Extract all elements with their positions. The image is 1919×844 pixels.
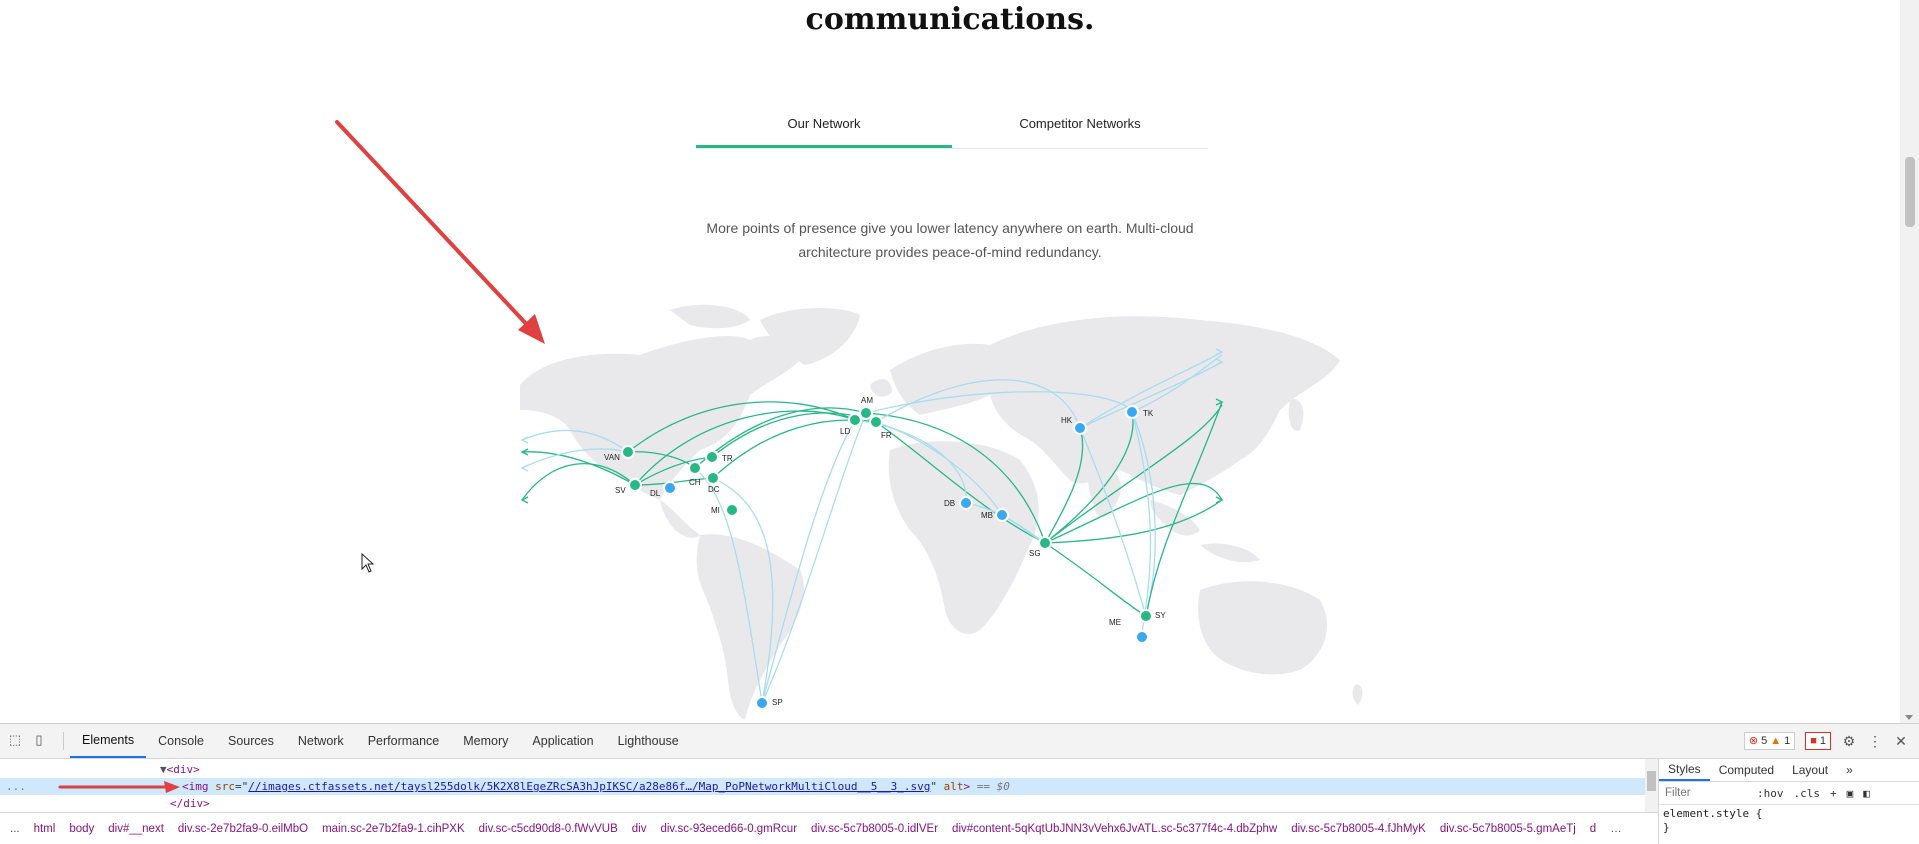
node-fr[interactable]: FR <box>869 415 892 440</box>
more-options-icon[interactable]: ⋮ <box>1867 733 1883 749</box>
breadcrumb-item[interactable]: d <box>1590 823 1596 835</box>
tab-application[interactable]: Application <box>520 724 605 758</box>
node-gutter-dots[interactable]: ... <box>6 778 26 795</box>
mouse-cursor-icon <box>361 553 375 573</box>
dom-tree-scrollbar[interactable] <box>1645 759 1658 812</box>
warning-count: 1 <box>1784 735 1791 747</box>
tab-competitor-networks[interactable]: Competitor Networks <box>952 108 1208 148</box>
scroll-down-arrow-icon[interactable] <box>1905 715 1913 720</box>
img-src-link[interactable]: //images.ctfassets.net/taysl255dolk/5K2X… <box>248 780 930 793</box>
svg-text:FR: FR <box>881 431 892 440</box>
tab-sources[interactable]: Sources <box>216 724 286 758</box>
tab-performance[interactable]: Performance <box>356 724 452 758</box>
svg-text:MB: MB <box>981 511 993 520</box>
red-annotation-arrow-small <box>58 781 180 793</box>
breadcrumb-item[interactable]: div.sc-5c7b8005-5.gmAeTj <box>1440 823 1576 835</box>
network-world-map: VAN SV DL CH TR DC MI SP LD AM FR DB MB … <box>520 304 1363 720</box>
breadcrumb-more[interactable]: … <box>1610 823 1622 835</box>
svg-text:VAN: VAN <box>604 453 620 462</box>
inspect-element-icon[interactable]: ⬚ <box>8 733 22 747</box>
breadcrumb-item[interactable]: div.sc-93eced66-0.gmRcur <box>660 823 797 835</box>
close-devtools-icon[interactable]: ✕ <box>1893 733 1909 749</box>
device-toolbar-icon[interactable]: ▯ <box>32 733 46 747</box>
tab-computed[interactable]: Computed <box>1710 759 1783 781</box>
console-counts-badge[interactable]: ⊗ 5 ▲ 1 <box>1743 732 1796 750</box>
tab-layout[interactable]: Layout <box>1783 759 1837 781</box>
issues-badge[interactable]: ■ 1 <box>1805 732 1831 750</box>
world-landmass <box>520 304 1363 720</box>
dom-breadcrumb: ... html body div#__next div.sc-2e7b2fa9… <box>0 812 1658 844</box>
page-scrollbar-thumb[interactable] <box>1905 157 1915 227</box>
breadcrumb-item[interactable]: div#content-5qKqtUbJNN3vVehx6JvATL.sc-5c… <box>952 823 1277 835</box>
dom-node-img-selected[interactable]: ... <img src="//images.ctfassets.net/tay… <box>0 778 1645 795</box>
svg-text:SY: SY <box>1155 611 1166 620</box>
more-tabs-icon[interactable]: » <box>1837 759 1862 781</box>
breadcrumb-item[interactable]: div#__next <box>108 823 164 835</box>
svg-text:DC: DC <box>708 485 720 494</box>
svg-text:ME: ME <box>1109 618 1121 627</box>
hover-state-toggle[interactable]: :hov <box>1757 787 1784 800</box>
node-tr[interactable]: TR <box>705 450 733 464</box>
breadcrumb-item[interactable]: div.sc-5c7b8005-0.idlVEr <box>811 823 938 835</box>
issue-icon: ■ <box>1810 735 1817 747</box>
dom-node-div-close[interactable]: </div> <box>170 795 210 812</box>
svg-text:TK: TK <box>1143 409 1154 418</box>
error-icon: ⊗ <box>1748 735 1759 747</box>
breadcrumb-item[interactable]: body <box>69 823 94 835</box>
toolbar-divider <box>63 732 64 750</box>
node-am[interactable]: AM <box>859 396 873 420</box>
dom-node-div-open[interactable]: ▼<div> <box>160 761 200 778</box>
breadcrumb-overflow[interactable]: ... <box>10 823 20 835</box>
svg-text:MI: MI <box>711 506 720 515</box>
breadcrumb-item[interactable]: div <box>632 823 647 835</box>
styles-filter-input[interactable] <box>1663 786 1747 800</box>
breadcrumb-item[interactable]: main.sc-2e7b2fa9-1.cihPXK <box>322 823 465 835</box>
devtools-toolbar: ⬚ ▯ Elements Console Sources Network Per… <box>0 724 1919 759</box>
svg-text:DL: DL <box>650 489 661 498</box>
dom-tree: ▼<div> ... <img src="//images.ctfassets.… <box>0 759 1658 812</box>
svg-text:SP: SP <box>772 698 783 707</box>
add-rule-icon[interactable]: + <box>1830 787 1837 800</box>
settings-gear-icon[interactable]: ⚙ <box>1841 733 1857 749</box>
svg-text:DB: DB <box>944 499 955 508</box>
devtools-panel: ⬚ ▯ Elements Console Sources Network Per… <box>0 723 1919 844</box>
expand-triangle-icon[interactable]: ▼ <box>160 763 167 776</box>
breadcrumb-item[interactable]: div.sc-5c7b8005-4.fJhMyK <box>1291 823 1426 835</box>
node-sy[interactable]: SY <box>1139 609 1166 623</box>
tab-styles[interactable]: Styles <box>1659 759 1710 781</box>
svg-text:TR: TR <box>722 454 733 463</box>
breadcrumb-item[interactable]: div.sc-c5cd90d8-0.fWvVUB <box>479 823 618 835</box>
tab-elements[interactable]: Elements <box>70 724 147 758</box>
network-tabs: Our Network Competitor Networks <box>696 108 1208 149</box>
svg-text:CH: CH <box>689 478 701 487</box>
class-toggle[interactable]: .cls <box>1794 787 1821 800</box>
svg-text:HK: HK <box>1061 416 1073 425</box>
breadcrumb-item[interactable]: div.sc-2e7b2fa9-0.eilMbO <box>178 823 308 835</box>
node-sg[interactable]: SG <box>1029 536 1052 558</box>
devtools-tabs: Elements Console Sources Network Perform… <box>70 724 691 758</box>
styles-pane: Styles Computed Layout » :hov .cls + ▣ ◧… <box>1658 759 1919 844</box>
sidebar-toggle-icon[interactable]: ◧ <box>1863 787 1870 800</box>
breadcrumb-item[interactable]: html <box>34 823 56 835</box>
error-count: 5 <box>1761 735 1768 747</box>
tab-memory[interactable]: Memory <box>451 724 520 758</box>
tab-our-network[interactable]: Our Network <box>696 108 952 148</box>
web-page: communications. Our Network Competitor N… <box>0 0 1900 723</box>
issue-count: 1 <box>1819 735 1826 747</box>
warning-icon: ▲ <box>1770 735 1782 747</box>
svg-text:AM: AM <box>861 396 873 405</box>
node-dc[interactable]: DC <box>706 471 720 494</box>
svg-text:SG: SG <box>1029 549 1041 558</box>
node-ch[interactable]: CH <box>688 461 702 487</box>
page-scrollbar[interactable] <box>1900 0 1919 723</box>
tab-lighthouse[interactable]: Lighthouse <box>606 724 691 758</box>
element-style-rule[interactable]: element.style { } <box>1659 805 1919 837</box>
svg-text:LD: LD <box>840 427 850 436</box>
network-description: More points of presence give you lower l… <box>706 220 1194 260</box>
paint-icon[interactable]: ▣ <box>1847 787 1854 800</box>
tab-network[interactable]: Network <box>286 724 356 758</box>
node-sp[interactable]: SP <box>755 696 783 710</box>
tab-console[interactable]: Console <box>146 724 216 758</box>
svg-text:SV: SV <box>615 486 626 495</box>
